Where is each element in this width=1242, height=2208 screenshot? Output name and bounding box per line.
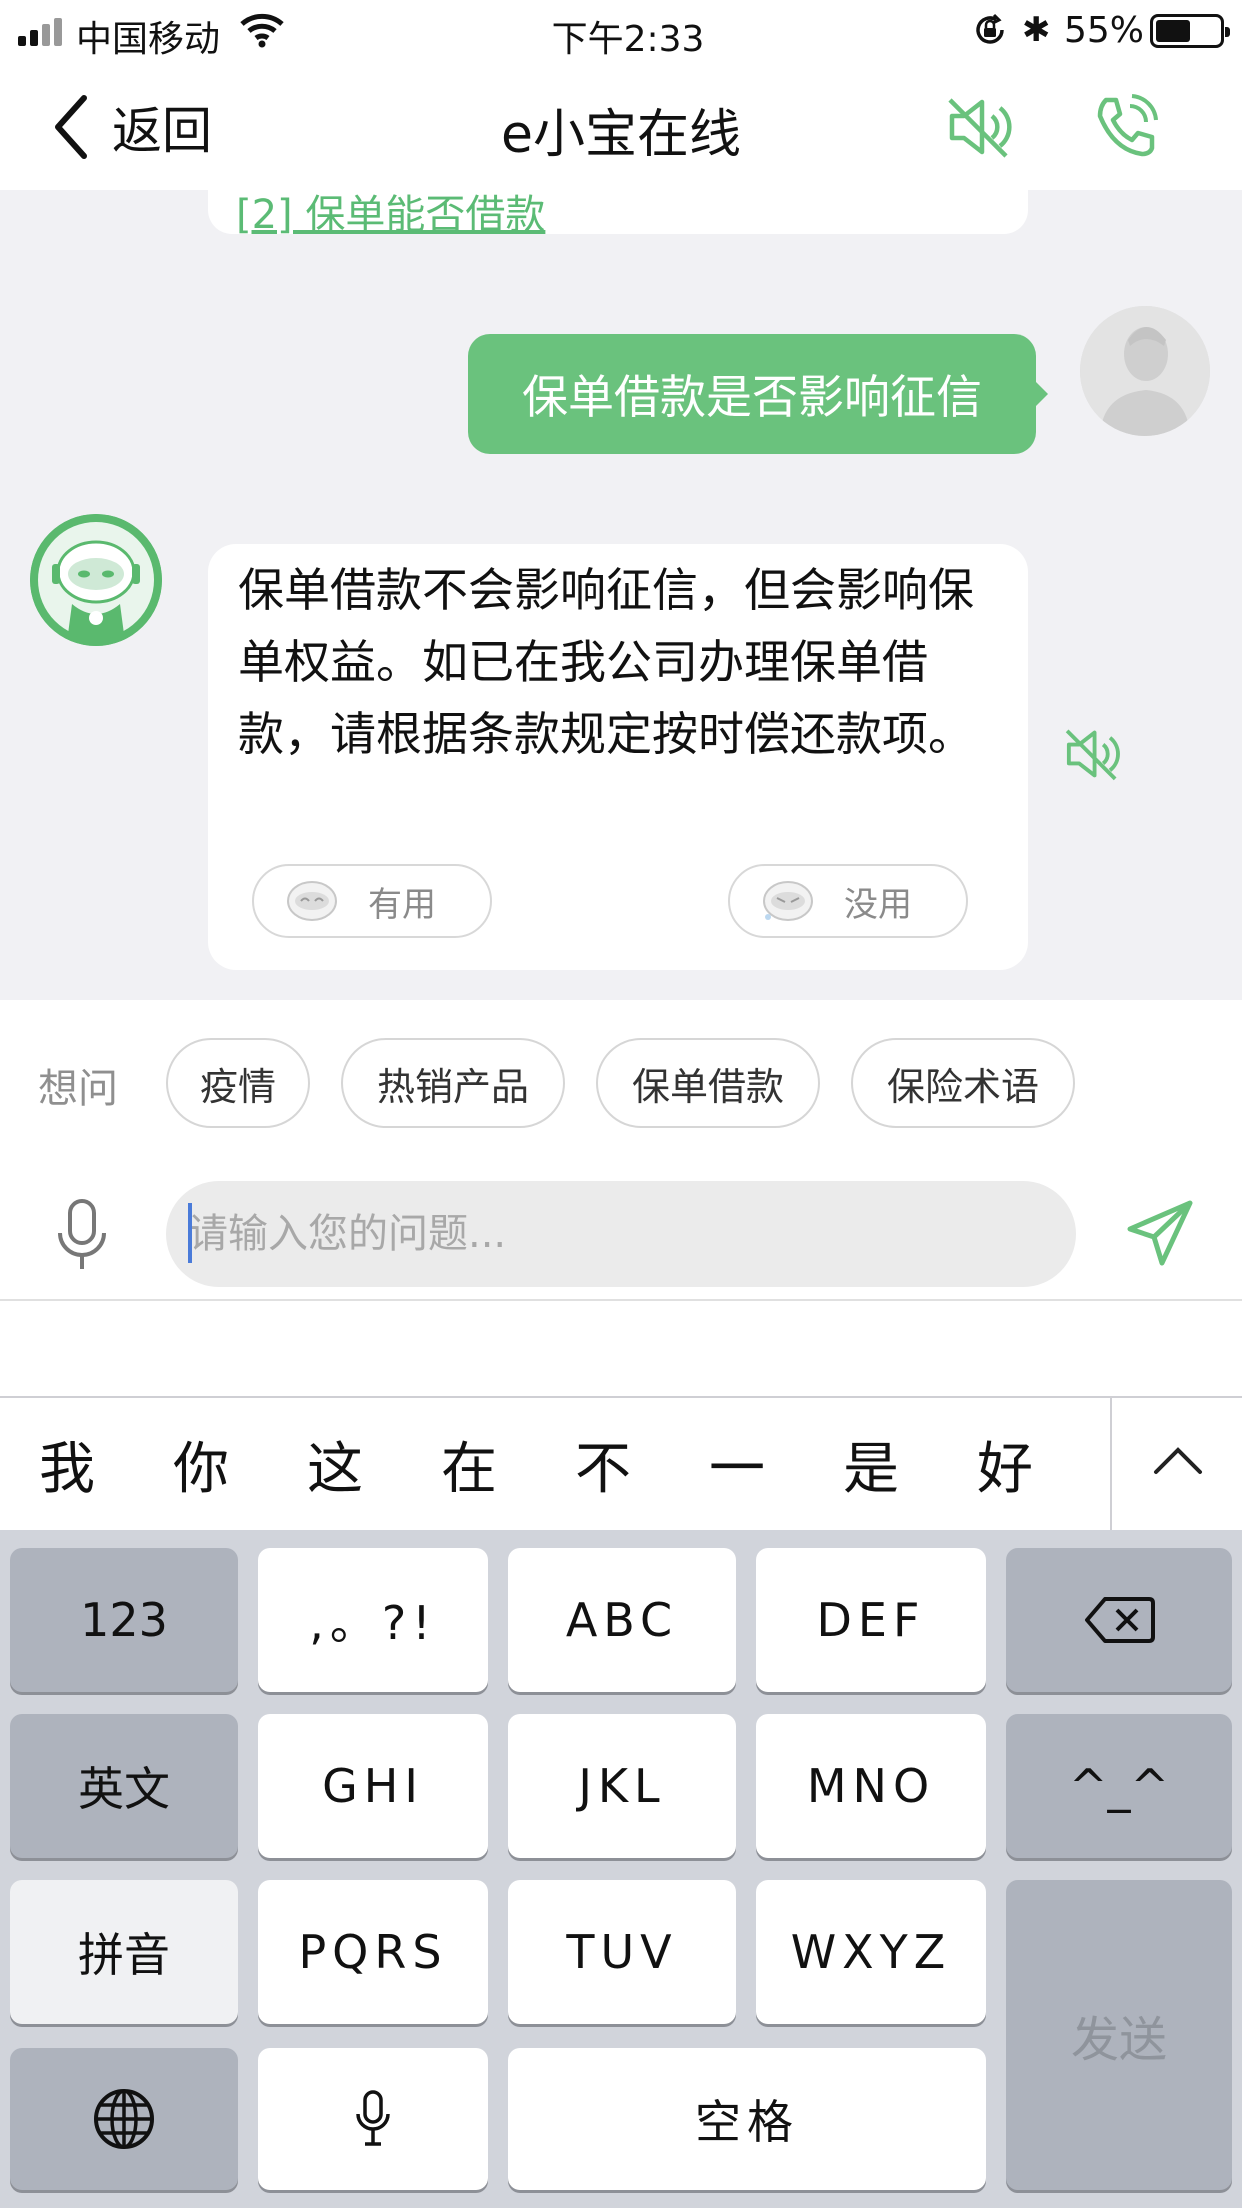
bot-avatar: [30, 514, 162, 646]
candidate-word[interactable]: 好: [938, 1398, 1072, 1530]
microphone-icon: [58, 1199, 106, 1269]
paper-plane-icon: [1127, 1200, 1193, 1266]
candidate-word[interactable]: 在: [402, 1398, 536, 1530]
wifi-icon: [240, 13, 284, 48]
suggestion-label: 想问: [38, 1066, 118, 1112]
key-123[interactable]: 123: [10, 1548, 238, 1692]
key-mno[interactable]: MNO: [756, 1714, 986, 1858]
microphone-icon: [356, 2090, 390, 2146]
globe-icon: [94, 2089, 154, 2149]
key-space[interactable]: 空格: [508, 2048, 986, 2190]
candidate-word[interactable]: 不: [536, 1398, 670, 1530]
text-cursor: [188, 1203, 192, 1263]
expand-candidates-button[interactable]: [1110, 1398, 1242, 1530]
bluetooth-icon: ✱: [1022, 10, 1051, 50]
key-def[interactable]: DEF: [756, 1548, 986, 1692]
battery-fill: [1156, 20, 1191, 42]
bot-message-text: 保单借款不会影响征信，但会影响保单权益。如已在我公司办理保单借款，请根据条款规定…: [238, 563, 974, 761]
key-pqrs[interactable]: PQRS: [258, 1880, 488, 2024]
user-message-text: 保单借款是否影响征信: [522, 370, 982, 424]
chevron-left-icon: [55, 95, 87, 159]
key-english[interactable]: 英文: [10, 1714, 238, 1858]
key-abc[interactable]: ABC: [508, 1548, 736, 1692]
user-avatar: [1080, 306, 1210, 436]
suggestion-chip[interactable]: 保单借款: [596, 1038, 820, 1128]
carrier-name: 中国移动: [76, 19, 221, 60]
suggestion-bar: 想问 疫情 热销产品 保单借款 保险术语: [0, 1000, 1242, 1165]
cellular-signal-icon: [18, 16, 64, 46]
send-button[interactable]: [1124, 1197, 1196, 1269]
clock: 下午2:33: [551, 19, 705, 60]
chevron-up-icon: [1154, 1447, 1202, 1474]
feedback-useless-button[interactable]: 没用: [728, 864, 968, 938]
feedback-useful-button[interactable]: 有用: [252, 864, 492, 938]
key-ghi[interactable]: GHI: [258, 1714, 488, 1858]
message-input[interactable]: [166, 1181, 1076, 1287]
backspace-icon: [1085, 1597, 1155, 1643]
suggestion-chip[interactable]: 疫情: [166, 1038, 310, 1128]
candidate-word[interactable]: 一: [670, 1398, 804, 1530]
feedback-useless-label: 没用: [844, 884, 912, 925]
user-message-bubble: 保单借款是否影响征信: [468, 334, 1048, 454]
candidate-word[interactable]: 这: [268, 1398, 402, 1530]
previous-question-link[interactable]: [2] 保单能否借款: [236, 190, 545, 240]
candidate-word[interactable]: 你: [134, 1398, 268, 1530]
chat-area[interactable]: [2] 保单能否借款 保单借款是否影响征信 保单借款不会影响征信，但会影响保单权…: [0, 190, 1242, 1000]
key-pinyin[interactable]: 拼音: [10, 1880, 238, 2024]
key-send[interactable]: 发送: [1006, 1880, 1232, 2190]
ime-candidate-bar: 我 你 这 在 不 一 是 好: [0, 1396, 1242, 1530]
feedback-useful-label: 有用: [368, 884, 436, 925]
keyboard: 123 ,。?! ABC DEF 英文 GHI JKL MNO ^_^ 拼音 P…: [0, 1530, 1242, 2208]
suggestion-chip[interactable]: 热销产品: [341, 1038, 565, 1128]
message-input-bar: [0, 1165, 1242, 1301]
back-button[interactable]: 返回: [50, 92, 212, 162]
keyboard-spacer: [0, 1301, 1242, 1397]
message-audio-toggle[interactable]: [1062, 724, 1122, 788]
back-label: 返回: [112, 102, 212, 160]
person-silhouette-icon: [1080, 306, 1210, 436]
key-backspace[interactable]: [1006, 1548, 1232, 1692]
navigation-bar: 返回 e小宝在线: [0, 62, 1242, 190]
candidate-word[interactable]: 是: [804, 1398, 938, 1530]
key-tuv[interactable]: TUV: [508, 1880, 736, 2024]
battery-icon: [1150, 14, 1230, 48]
battery-percent: 55%: [1064, 10, 1145, 51]
robot-mascot-icon: [30, 514, 162, 646]
key-globe[interactable]: [10, 2048, 238, 2190]
key-jkl[interactable]: JKL: [508, 1714, 736, 1858]
speaker-muted-icon: [948, 98, 1012, 158]
suggestion-chip[interactable]: 保险术语: [851, 1038, 1075, 1128]
rotation-lock-icon: [976, 13, 1004, 44]
mute-toggle-button[interactable]: [944, 92, 1014, 162]
call-button[interactable]: [1090, 92, 1160, 162]
key-wxyz[interactable]: WXYZ: [756, 1880, 986, 2024]
key-punctuation[interactable]: ,。?!: [258, 1548, 488, 1692]
phone-icon: [1097, 94, 1158, 157]
sad-robot-face-icon: [763, 881, 813, 921]
status-bar: 中国移动 下午2:33 ✱ 55%: [0, 0, 1242, 62]
key-dictation[interactable]: [258, 2048, 488, 2190]
speaker-muted-icon: [1065, 729, 1120, 781]
happy-robot-face-icon: [287, 881, 337, 921]
voice-input-button[interactable]: [52, 1197, 112, 1273]
candidate-word[interactable]: 我: [0, 1398, 134, 1530]
key-emoticon[interactable]: ^_^: [1006, 1714, 1232, 1858]
